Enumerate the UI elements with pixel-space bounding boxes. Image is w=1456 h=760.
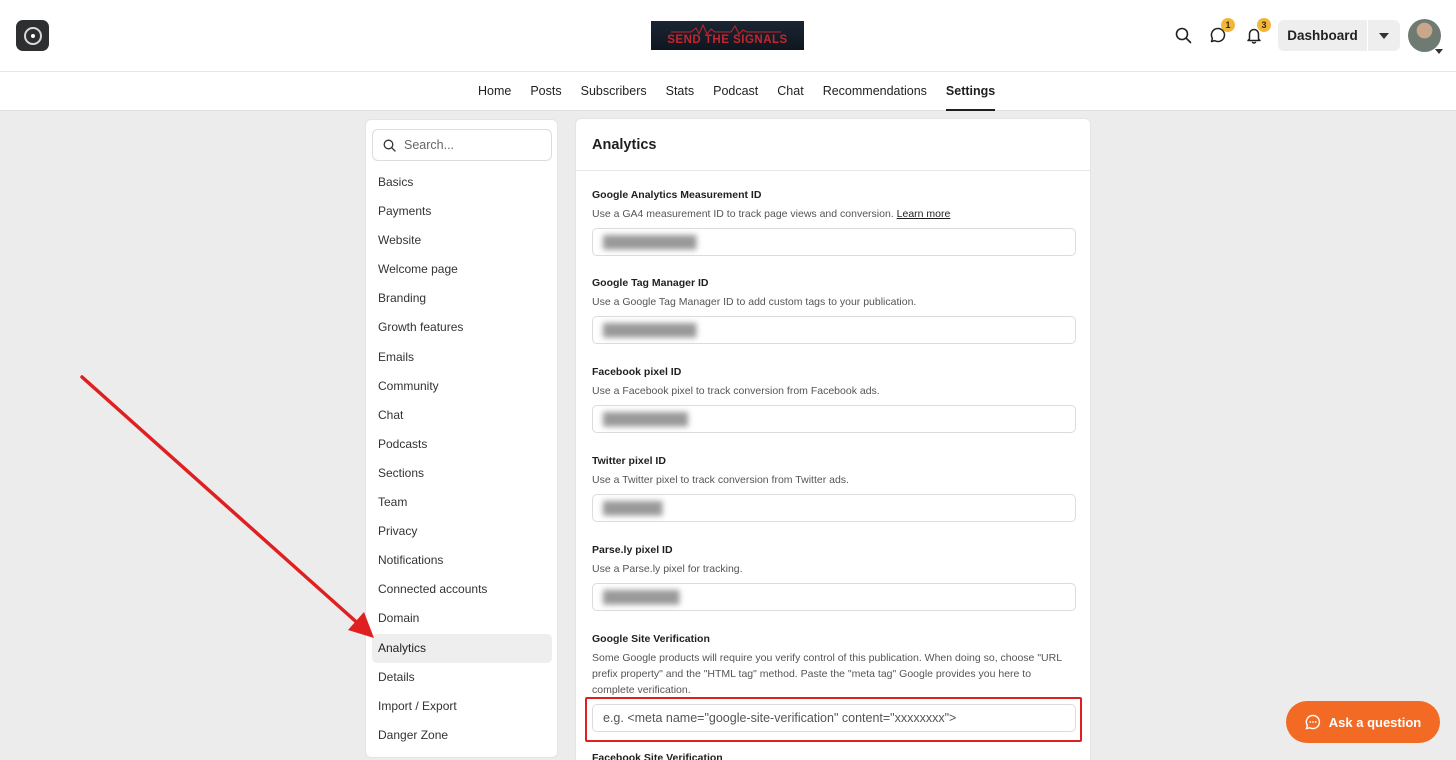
- sidebar-item-community[interactable]: Community: [372, 372, 552, 401]
- sidebar-item-website[interactable]: Website: [372, 226, 552, 255]
- gsv-label: Google Site Verification: [592, 633, 710, 645]
- sidebar-item-domain[interactable]: Domain: [372, 604, 552, 633]
- sidebar-item-podcasts[interactable]: Podcasts: [372, 430, 552, 459]
- sidebar-menu: Basics Payments Website Welcome page Bra…: [372, 168, 552, 750]
- sidebar-item-import-export[interactable]: Import / Export: [372, 692, 552, 721]
- sidebar-item-basics[interactable]: Basics: [372, 168, 552, 197]
- tab-subscribers[interactable]: Subscribers: [581, 72, 647, 111]
- sidebar-item-sections[interactable]: Sections: [372, 459, 552, 488]
- avatar[interactable]: [1408, 19, 1443, 54]
- fb-label: Facebook pixel ID: [592, 366, 682, 378]
- ga-description: Use a GA4 measurement ID to track page v…: [592, 208, 951, 220]
- fb-field: Facebook pixel ID Use a Facebook pixel t…: [592, 366, 1076, 433]
- gtm-id-input[interactable]: ███████████: [592, 316, 1076, 344]
- dashboard-button[interactable]: Dashboard: [1278, 20, 1367, 51]
- top-bar: SEND THE SIGNALS 1 3 Dashboard: [0, 0, 1456, 72]
- fb-pixel-input[interactable]: ██████████: [592, 405, 1076, 433]
- sidebar-item-payments[interactable]: Payments: [372, 197, 552, 226]
- publication-banner[interactable]: SEND THE SIGNALS: [651, 21, 804, 50]
- page-title: Analytics: [592, 136, 657, 153]
- twitter-pixel-input[interactable]: ███████: [592, 494, 1076, 522]
- ask-a-question-button[interactable]: Ask a question: [1286, 701, 1440, 743]
- tab-home[interactable]: Home: [478, 72, 511, 111]
- fb-description: Use a Facebook pixel to track conversion…: [592, 385, 880, 397]
- ga-field: Google Analytics Measurement ID Use a GA…: [592, 189, 1076, 256]
- sidebar-item-details[interactable]: Details: [372, 663, 552, 692]
- sidebar-item-emails[interactable]: Emails: [372, 343, 552, 372]
- publication-title: SEND THE SIGNALS: [667, 34, 788, 46]
- tw-label: Twitter pixel ID: [592, 455, 666, 467]
- gsv-description: Some Google products will require you ve…: [592, 652, 1062, 696]
- gtm-field: Google Tag Manager ID Use a Google Tag M…: [592, 277, 1076, 344]
- parsely-label: Parse.ly pixel ID: [592, 544, 673, 556]
- tab-recommendations[interactable]: Recommendations: [823, 72, 927, 111]
- tab-settings[interactable]: Settings: [945, 72, 996, 111]
- redacted-value: ███████████: [603, 235, 697, 249]
- sidebar-item-danger-zone[interactable]: Danger Zone: [372, 721, 552, 750]
- tw-field: Twitter pixel ID Use a Twitter pixel to …: [592, 455, 1076, 522]
- tab-posts[interactable]: Posts: [530, 72, 561, 111]
- search-input[interactable]: [404, 138, 544, 152]
- tab-chat[interactable]: Chat: [777, 72, 803, 111]
- chevron-down-icon: [1379, 32, 1389, 39]
- caret-down-icon: [1435, 49, 1443, 54]
- sidebar-item-team[interactable]: Team: [372, 488, 552, 517]
- redacted-value: ███████: [603, 501, 663, 515]
- sidebar-item-growth-features[interactable]: Growth features: [372, 313, 552, 342]
- redacted-value: ██████████: [603, 412, 689, 426]
- redacted-value: ███████████: [603, 323, 697, 337]
- sidebar-item-notifications[interactable]: Notifications: [372, 546, 552, 575]
- analytics-panel: Analytics Google Analytics Measurement I…: [575, 118, 1091, 760]
- fsv-field: Facebook Site Verification: [592, 752, 1076, 760]
- tab-podcast[interactable]: Podcast: [713, 72, 758, 111]
- fsv-label: Facebook Site Verification: [592, 752, 723, 760]
- sidebar-search[interactable]: [372, 129, 552, 161]
- gtm-label: Google Tag Manager ID: [592, 277, 709, 289]
- panel-header: Analytics: [576, 119, 1090, 171]
- tw-description: Use a Twitter pixel to track conversion …: [592, 474, 849, 486]
- chat-bubble-icon: [1305, 714, 1320, 730]
- search-icon: [383, 139, 396, 152]
- notifications-badge: 3: [1257, 18, 1271, 32]
- sidebar-item-privacy[interactable]: Privacy: [372, 517, 552, 546]
- chat-badge: 1: [1221, 18, 1235, 32]
- sidebar-item-analytics[interactable]: Analytics: [372, 633, 552, 663]
- sidebar-item-chat[interactable]: Chat: [372, 401, 552, 430]
- ga-label: Google Analytics Measurement ID: [592, 189, 762, 201]
- ga-measurement-id-input[interactable]: ███████████: [592, 228, 1076, 256]
- highlight-box-annotation: [585, 697, 1082, 742]
- settings-sidebar: Basics Payments Website Welcome page Bra…: [365, 119, 558, 758]
- sidebar-item-branding[interactable]: Branding: [372, 284, 552, 313]
- tab-stats[interactable]: Stats: [666, 72, 695, 111]
- dashboard-dropdown-button[interactable]: [1368, 20, 1400, 51]
- search-icon[interactable]: [1171, 23, 1195, 47]
- parsely-pixel-input[interactable]: █████████: [592, 583, 1076, 611]
- parsely-field: Parse.ly pixel ID Use a Parse.ly pixel f…: [592, 544, 1076, 611]
- gtm-description: Use a Google Tag Manager ID to add custo…: [592, 296, 917, 308]
- redacted-value: █████████: [603, 590, 680, 604]
- app-logo-icon[interactable]: [16, 20, 49, 51]
- ask-a-question-label: Ask a question: [1328, 714, 1422, 730]
- parsely-description: Use a Parse.ly pixel for tracking.: [592, 563, 743, 575]
- settings-nav-bar: Home Posts Subscribers Stats Podcast Cha…: [0, 72, 1456, 111]
- learn-more-link[interactable]: Learn more: [897, 208, 951, 220]
- sidebar-item-connected-accounts[interactable]: Connected accounts: [372, 575, 552, 604]
- sidebar-item-welcome-page[interactable]: Welcome page: [372, 255, 552, 284]
